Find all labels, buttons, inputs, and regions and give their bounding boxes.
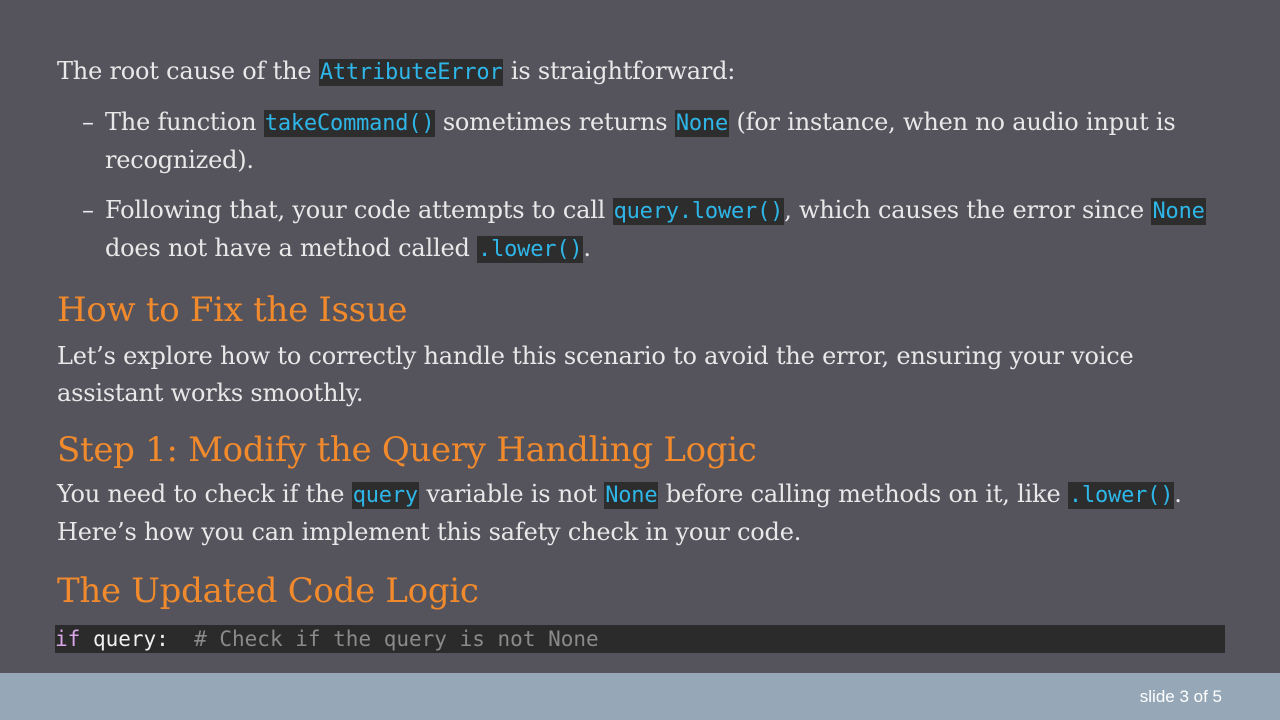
heading-how-to-fix: How to Fix the Issue	[57, 290, 408, 330]
bullet-text: Following that, your code attempts to ca…	[105, 196, 613, 224]
step1-paragraph: You need to check if the query variable …	[57, 476, 1227, 551]
bullet-text: .	[583, 234, 591, 262]
inline-code-none: None	[1151, 198, 1206, 225]
intro-text-before: The root cause of the	[57, 57, 319, 85]
code-text: query:	[80, 627, 195, 651]
bullet-dash: –	[82, 108, 94, 136]
step1-text: before calling methods on it, like	[658, 480, 1068, 508]
slide-footer: slide 3 of 5	[0, 673, 1280, 720]
slide-counter: slide 3 of 5	[1139, 687, 1222, 706]
inline-code-lower: .lower()	[477, 236, 584, 263]
bullet-item-1: – The function takeCommand() sometimes re…	[57, 104, 1227, 179]
bullet-dash: –	[82, 196, 94, 224]
heading-step-1: Step 1: Modify the Query Handling Logic	[57, 430, 757, 470]
slide: The root cause of the AttributeError is …	[0, 0, 1280, 673]
code-comment: # Check if the query is not None	[194, 627, 599, 651]
intro-text-after: is straightforward:	[503, 57, 736, 85]
step1-text: You need to check if the	[57, 480, 352, 508]
inline-code-lower: .lower()	[1067, 482, 1175, 509]
inline-code-takecommand: takeCommand()	[263, 110, 436, 137]
code-block: if query: # Check if the query is not No…	[55, 625, 1225, 653]
inline-code-query-lower: query.lower()	[612, 198, 785, 225]
inline-code-query: query	[351, 482, 419, 509]
bullet-item-2: – Following that, your code attempts to c…	[57, 192, 1227, 268]
step1-text: variable is not	[418, 480, 605, 508]
intro-paragraph: The root cause of the AttributeError is …	[57, 53, 1227, 91]
code-keyword: if	[55, 627, 81, 651]
inline-code-none: None	[604, 482, 659, 509]
inline-code-none: None	[674, 110, 730, 137]
inline-code-attributeerror: AttributeError	[318, 59, 504, 86]
bullet-text: The function	[105, 108, 264, 136]
heading-updated-code-logic: The Updated Code Logic	[57, 571, 479, 611]
bullet-text: , which causes the error since	[784, 196, 1152, 224]
fix-paragraph: Let’s explore how to correctly handle th…	[57, 342, 1134, 407]
bullet-text: does not have a method called	[105, 234, 478, 262]
bullet-text: sometimes returns	[435, 108, 675, 136]
slide-content: The root cause of the AttributeError is …	[57, 53, 1227, 613]
